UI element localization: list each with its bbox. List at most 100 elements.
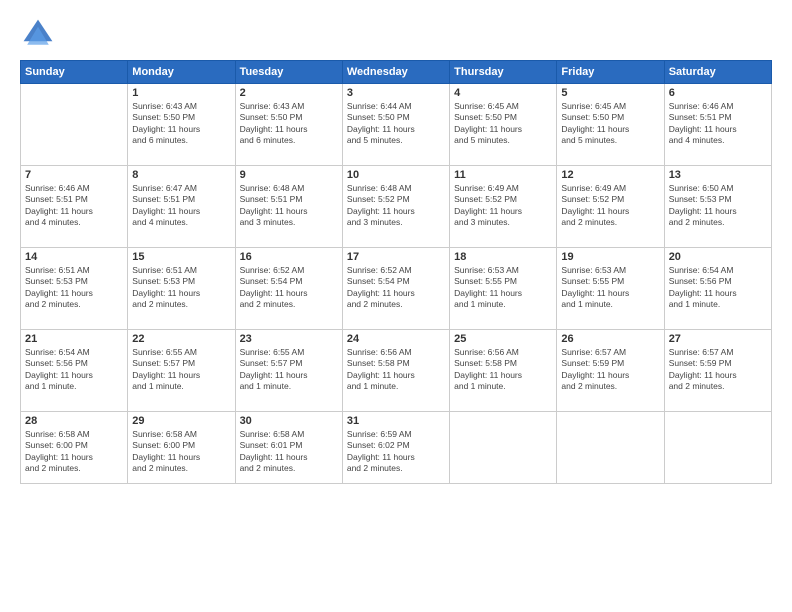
day-number: 14 [25, 251, 123, 263]
day-info: Sunrise: 6:53 AMSunset: 5:55 PMDaylight:… [454, 265, 552, 311]
calendar-cell: 19 Sunrise: 6:53 AMSunset: 5:55 PMDayligh… [557, 248, 664, 330]
day-header-friday: Friday [557, 61, 664, 84]
day-number: 27 [669, 333, 767, 345]
day-info: Sunrise: 6:51 AMSunset: 5:53 PMDaylight:… [25, 265, 123, 311]
calendar-cell: 30Sunrise: 6:58 AMSunset: 6:01 PMDayligh… [235, 412, 342, 484]
calendar-cell: 21 Sunrise: 6:54 AMSunset: 5:56 PMDayligh… [21, 330, 128, 412]
calendar-cell: 15 Sunrise: 6:51 AMSunset: 5:53 PMDayligh… [128, 248, 235, 330]
day-info: Sunrise: 6:43 AMSunset: 5:50 PMDaylight:… [132, 101, 230, 147]
week-row-4: 21 Sunrise: 6:54 AMSunset: 5:56 PMDayligh… [21, 330, 772, 412]
day-number: 18 [454, 251, 552, 263]
day-header-saturday: Saturday [664, 61, 771, 84]
day-info: Sunrise: 6:56 AMSunset: 5:58 PMDaylight:… [454, 347, 552, 393]
calendar-cell: 10Sunrise: 6:48 AMSunset: 5:52 PMDayligh… [342, 166, 449, 248]
day-number: 25 [454, 333, 552, 345]
calendar-cell [557, 412, 664, 484]
calendar-cell: 24 Sunrise: 6:56 AMSunset: 5:58 PMDayligh… [342, 330, 449, 412]
day-info: Sunrise: 6:53 AMSunset: 5:55 PMDaylight:… [561, 265, 659, 311]
day-info: Sunrise: 6:54 AMSunset: 5:56 PMDaylight:… [25, 347, 123, 393]
calendar-cell: 28Sunrise: 6:58 AMSunset: 6:00 PMDayligh… [21, 412, 128, 484]
day-info: Sunrise: 6:58 AMSunset: 6:00 PMDaylight:… [25, 429, 123, 475]
logo [20, 16, 60, 52]
day-info: Sunrise: 6:49 AMSunset: 5:52 PMDaylight:… [561, 183, 659, 229]
calendar-cell: 22 Sunrise: 6:55 AMSunset: 5:57 PMDayligh… [128, 330, 235, 412]
day-number: 15 [132, 251, 230, 263]
day-number: 1 [132, 87, 230, 99]
day-info: Sunrise: 6:52 AMSunset: 5:54 PMDaylight:… [347, 265, 445, 311]
day-info: Sunrise: 6:57 AMSunset: 5:59 PMDaylight:… [669, 347, 767, 393]
day-info: Sunrise: 6:45 AMSunset: 5:50 PMDaylight:… [454, 101, 552, 147]
day-info: Sunrise: 6:49 AMSunset: 5:52 PMDaylight:… [454, 183, 552, 229]
week-row-1: 1 Sunrise: 6:43 AMSunset: 5:50 PMDaylight… [21, 84, 772, 166]
day-number: 4 [454, 87, 552, 99]
day-number: 24 [347, 333, 445, 345]
calendar-cell: 23Sunrise: 6:55 AMSunset: 5:57 PMDayligh… [235, 330, 342, 412]
calendar-cell: 5 Sunrise: 6:45 AMSunset: 5:50 PMDaylight… [557, 84, 664, 166]
calendar-cell: 13 Sunrise: 6:50 AMSunset: 5:53 PMDayligh… [664, 166, 771, 248]
calendar: SundayMondayTuesdayWednesdayThursdayFrid… [20, 60, 772, 484]
day-number: 5 [561, 87, 659, 99]
calendar-cell: 27 Sunrise: 6:57 AMSunset: 5:59 PMDayligh… [664, 330, 771, 412]
calendar-cell: 26Sunrise: 6:57 AMSunset: 5:59 PMDayligh… [557, 330, 664, 412]
day-info: Sunrise: 6:56 AMSunset: 5:58 PMDaylight:… [347, 347, 445, 393]
day-number: 6 [669, 87, 767, 99]
day-info: Sunrise: 6:46 AMSunset: 5:51 PMDaylight:… [25, 183, 123, 229]
calendar-cell: 1 Sunrise: 6:43 AMSunset: 5:50 PMDaylight… [128, 84, 235, 166]
day-info: Sunrise: 6:51 AMSunset: 5:53 PMDaylight:… [132, 265, 230, 311]
day-number: 16 [240, 251, 338, 263]
calendar-cell: 25 Sunrise: 6:56 AMSunset: 5:58 PMDayligh… [450, 330, 557, 412]
calendar-header-row: SundayMondayTuesdayWednesdayThursdayFrid… [21, 61, 772, 84]
day-number: 20 [669, 251, 767, 263]
calendar-cell [21, 84, 128, 166]
calendar-cell: 2 Sunrise: 6:43 AMSunset: 5:50 PMDaylight… [235, 84, 342, 166]
day-info: Sunrise: 6:58 AMSunset: 6:00 PMDaylight:… [132, 429, 230, 475]
day-number: 21 [25, 333, 123, 345]
calendar-cell: 18 Sunrise: 6:53 AMSunset: 5:55 PMDayligh… [450, 248, 557, 330]
day-info: Sunrise: 6:52 AMSunset: 5:54 PMDaylight:… [240, 265, 338, 311]
calendar-cell: 9 Sunrise: 6:48 AMSunset: 5:51 PMDaylight… [235, 166, 342, 248]
day-number: 11 [454, 169, 552, 181]
calendar-cell: 29 Sunrise: 6:58 AMSunset: 6:00 PMDayligh… [128, 412, 235, 484]
day-number: 30 [240, 415, 338, 427]
week-row-3: 14 Sunrise: 6:51 AMSunset: 5:53 PMDayligh… [21, 248, 772, 330]
day-number: 9 [240, 169, 338, 181]
calendar-cell: 7Sunrise: 6:46 AMSunset: 5:51 PMDaylight… [21, 166, 128, 248]
logo-icon [20, 16, 56, 52]
day-info: Sunrise: 6:44 AMSunset: 5:50 PMDaylight:… [347, 101, 445, 147]
day-info: Sunrise: 6:45 AMSunset: 5:50 PMDaylight:… [561, 101, 659, 147]
day-number: 12 [561, 169, 659, 181]
day-info: Sunrise: 6:50 AMSunset: 5:53 PMDaylight:… [669, 183, 767, 229]
day-number: 17 [347, 251, 445, 263]
day-number: 23 [240, 333, 338, 345]
day-number: 19 [561, 251, 659, 263]
calendar-cell: 12 Sunrise: 6:49 AMSunset: 5:52 PMDayligh… [557, 166, 664, 248]
day-header-monday: Monday [128, 61, 235, 84]
calendar-cell [664, 412, 771, 484]
week-row-5: 28Sunrise: 6:58 AMSunset: 6:00 PMDayligh… [21, 412, 772, 484]
day-info: Sunrise: 6:54 AMSunset: 5:56 PMDaylight:… [669, 265, 767, 311]
day-number: 31 [347, 415, 445, 427]
day-header-sunday: Sunday [21, 61, 128, 84]
calendar-cell: 17 Sunrise: 6:52 AMSunset: 5:54 PMDayligh… [342, 248, 449, 330]
calendar-cell: 6Sunrise: 6:46 AMSunset: 5:51 PMDaylight… [664, 84, 771, 166]
day-header-wednesday: Wednesday [342, 61, 449, 84]
day-number: 3 [347, 87, 445, 99]
calendar-cell: 20 Sunrise: 6:54 AMSunset: 5:56 PMDayligh… [664, 248, 771, 330]
calendar-cell [450, 412, 557, 484]
day-number: 26 [561, 333, 659, 345]
day-info: Sunrise: 6:47 AMSunset: 5:51 PMDaylight:… [132, 183, 230, 229]
calendar-cell: 31 Sunrise: 6:59 AMSunset: 6:02 PMDayligh… [342, 412, 449, 484]
day-number: 2 [240, 87, 338, 99]
day-info: Sunrise: 6:59 AMSunset: 6:02 PMDaylight:… [347, 429, 445, 475]
calendar-cell: 11 Sunrise: 6:49 AMSunset: 5:52 PMDayligh… [450, 166, 557, 248]
day-header-tuesday: Tuesday [235, 61, 342, 84]
day-number: 29 [132, 415, 230, 427]
day-number: 22 [132, 333, 230, 345]
day-info: Sunrise: 6:55 AMSunset: 5:57 PMDaylight:… [132, 347, 230, 393]
calendar-cell: 8 Sunrise: 6:47 AMSunset: 5:51 PMDaylight… [128, 166, 235, 248]
day-number: 8 [132, 169, 230, 181]
day-number: 13 [669, 169, 767, 181]
day-info: Sunrise: 6:48 AMSunset: 5:51 PMDaylight:… [240, 183, 338, 229]
day-info: Sunrise: 6:43 AMSunset: 5:50 PMDaylight:… [240, 101, 338, 147]
calendar-cell: 16 Sunrise: 6:52 AMSunset: 5:54 PMDayligh… [235, 248, 342, 330]
